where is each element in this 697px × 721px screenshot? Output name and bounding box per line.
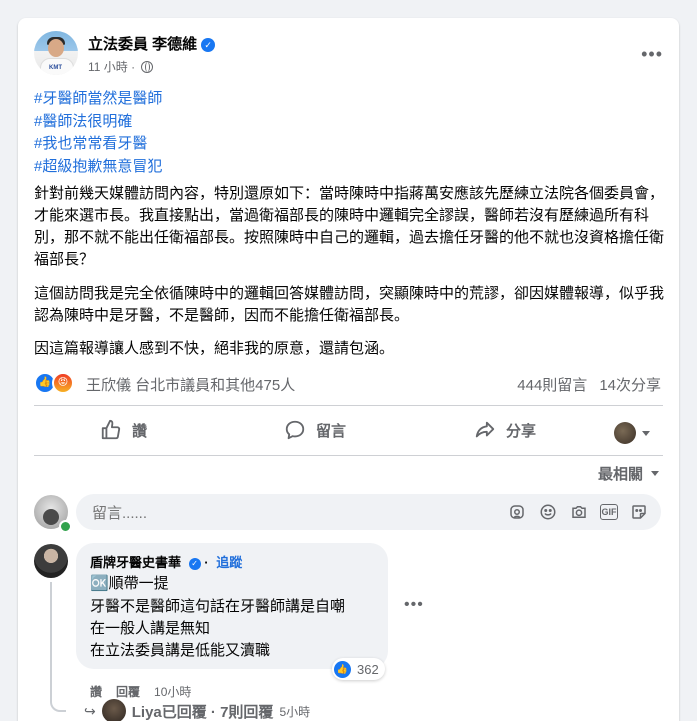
verified-badge-icon: ✓ [201, 38, 216, 52]
author-avatar[interactable]: KMT [34, 31, 78, 75]
view-replies-link[interactable]: ↪ Liya已回覆 · 7則回覆 5小時 [84, 696, 310, 721]
share-arrow-icon [475, 421, 495, 438]
divider [34, 455, 663, 456]
sticker-icon[interactable] [629, 502, 649, 522]
globe-icon [141, 61, 154, 73]
hashtag-link[interactable]: #牙醫師當然是醫師 [34, 88, 162, 111]
comment-label: 留言 [316, 422, 347, 440]
post-stats: 444則留言 14次分享 [505, 374, 661, 395]
post-paragraph: 因這篇報導讓人感到不快，絕非我的原意，還請包涵。 [34, 340, 395, 357]
camera-icon[interactable] [569, 502, 589, 522]
avatar-sticker-icon[interactable] [507, 502, 527, 522]
replies-summary[interactable]: Liya已回覆 · 7則回覆 [132, 701, 274, 721]
emoji-icon[interactable] [538, 502, 558, 522]
post-paragraph: 針對前幾天媒體訪問內容，特別還原如下：當時陳時中指蔣萬安應該先歷練立法院各個委員… [34, 185, 665, 268]
comment-text-line: 🆗順帶一提 [90, 575, 169, 592]
divider [34, 405, 663, 406]
share-button[interactable]: 分享 [474, 416, 536, 444]
hashtag-link[interactable]: #我也常常看牙醫 [34, 133, 162, 156]
commenter-name[interactable]: 盾牌牙醫史書華 [90, 555, 181, 570]
comment-button[interactable]: 留言 [284, 416, 346, 444]
hashtag-link[interactable]: #醫師法很明確 [34, 111, 162, 134]
like-reaction-icon: 👍 [334, 660, 351, 678]
comment-box[interactable]: GIF [76, 494, 661, 532]
reaction-names[interactable]: 王欣儀 台北市議員和其他475人 [86, 374, 295, 395]
commenter-name-row: 盾牌牙醫史書華 ✓ · 追蹤 [90, 555, 243, 570]
sort-label: 最相關 [597, 466, 643, 483]
comment-text-line: 在立法委員講是低能又瀆職 [90, 642, 271, 659]
author-name[interactable]: 立法委員 李德維 ✓ [88, 33, 216, 54]
comment-text-line: 牙醫不是醫師這句話在牙醫師講是自嘲 [90, 598, 346, 615]
thumbs-up-icon [101, 419, 121, 440]
comment-sort-dropdown[interactable]: 最相關 [598, 463, 659, 484]
post-meta: 11 小時 · [88, 58, 154, 75]
replier-avatar [101, 699, 126, 721]
comment-bubble: 盾牌牙醫史書華 ✓ · 追蹤 🆗順帶一提 牙醫不是醫師這句話在牙醫師講是自嘲 在… [76, 543, 388, 669]
post-paragraph: 這個訪問我是完全依循陳時中的邏輯回答媒體訪問，突顯陳時中的荒謬，卻因媒體報導，似… [34, 285, 665, 324]
like-label: 讚 [132, 422, 148, 440]
like-button[interactable]: 讚 [100, 416, 147, 444]
comment-reaction-count[interactable]: 👍 362 [332, 658, 385, 680]
comment-bubble-icon [285, 420, 305, 440]
post-card: KMT 立法委員 李德維 ✓ 11 小時 · ••• #牙醫師當然是醫師 #醫師法… [18, 18, 679, 721]
reply-time: 5小時 [279, 704, 311, 719]
hashtag-link[interactable]: #超級抱歉無意冒犯 [34, 156, 162, 179]
more-options-icon[interactable]: ••• [641, 44, 663, 65]
comment-tools: GIF [507, 502, 649, 522]
caret-down-icon [651, 471, 659, 476]
gif-icon[interactable]: GIF [600, 504, 618, 520]
follow-button[interactable]: 追蹤 [216, 555, 242, 570]
reply-arrow-icon: ↪ [84, 702, 96, 719]
reply-thread-line [50, 582, 66, 712]
comment-text-line: 在一般人講是無知 [90, 620, 211, 637]
author-name-text[interactable]: 立法委員 李德維 [88, 36, 197, 53]
online-status-indicator [59, 520, 72, 533]
angry-reaction-icon: 😡 [52, 372, 74, 394]
comment-reaction-number: 362 [357, 661, 379, 677]
verified-badge-icon: ✓ [188, 558, 201, 570]
hashtag-list: #牙醫師當然是醫師 #醫師法很明確 #我也常常看牙醫 #超級抱歉無意冒犯 [34, 88, 162, 178]
caret-down-icon [642, 430, 650, 436]
profile-avatar-small [614, 422, 636, 444]
comment-input[interactable] [90, 494, 474, 532]
comments-count[interactable]: 444則留言 [517, 377, 587, 394]
comment-more-options-icon[interactable]: ••• [404, 596, 424, 614]
share-label: 分享 [506, 422, 537, 440]
shares-count[interactable]: 14次分享 [599, 377, 661, 394]
commenter-avatar[interactable] [34, 544, 68, 578]
reaction-audience-selector[interactable] [614, 419, 650, 447]
post-time[interactable]: 11 小時 [88, 60, 128, 74]
